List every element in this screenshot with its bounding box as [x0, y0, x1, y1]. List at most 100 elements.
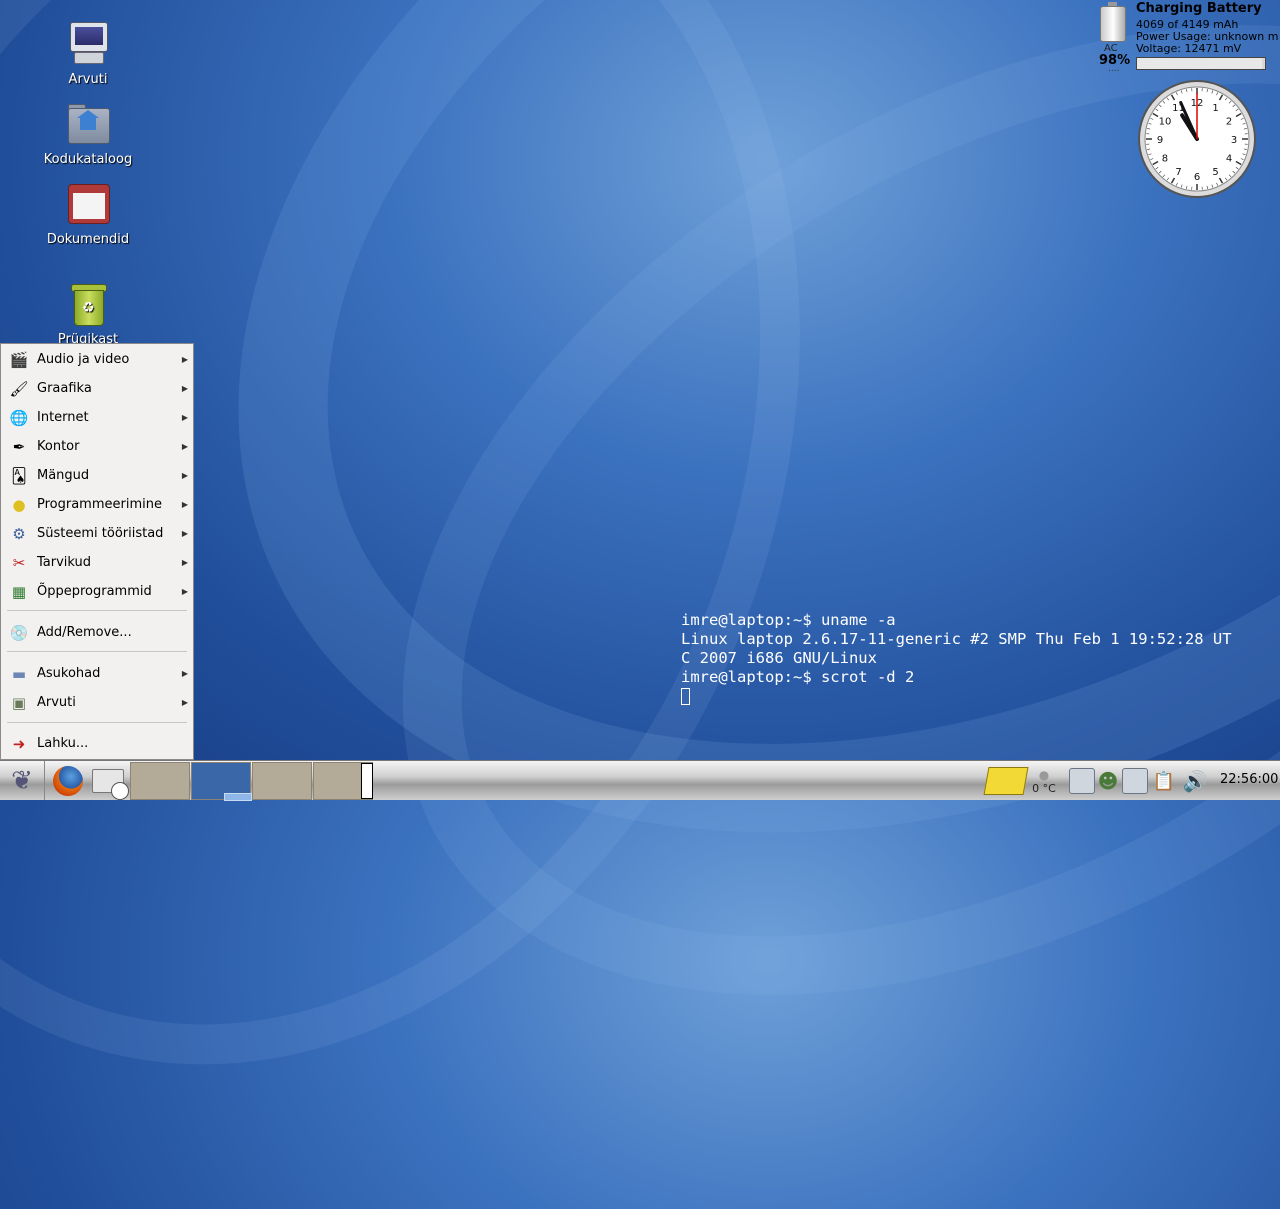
menu-item-label: Audio ja video [37, 352, 129, 367]
cards-icon: 🂡 [8, 466, 30, 486]
updates-applet[interactable] [1120, 765, 1150, 797]
menu-item-add-remove[interactable]: 💿 Add/Remove... [1, 618, 193, 647]
clock-number: 7 [1175, 167, 1181, 178]
menu-item-label: Kontor [37, 439, 79, 454]
speaker-icon: 🔊 [1183, 769, 1208, 793]
clipboard-icon: 📋 [1153, 771, 1175, 792]
panel-handle[interactable] [361, 763, 373, 799]
mail-clock-icon [92, 769, 124, 793]
wallpaper-swoosh [46, 0, 1280, 1063]
terminal-line: C 2007 i686 GNU/Linux [681, 649, 1232, 668]
submenu-arrow-icon: ▶ [182, 355, 188, 364]
clock-number: 9 [1157, 135, 1163, 146]
battery-title: Charging Battery [1136, 1, 1262, 16]
clock-number: 8 [1162, 154, 1168, 165]
menu-item-accessories[interactable]: ✂ Tarvikud ▶ [1, 548, 193, 577]
submenu-arrow-icon: ▶ [182, 529, 188, 538]
battery-level-bar [1136, 57, 1266, 70]
submenu-arrow-icon: ▶ [182, 669, 188, 678]
workspace-3[interactable] [252, 762, 312, 800]
clock-number: 1 [1212, 103, 1218, 114]
menu-item-games[interactable]: 🂡 Mängud ▶ [1, 461, 193, 490]
submenu-arrow-icon: ▶ [182, 587, 188, 596]
workspace-1[interactable] [130, 762, 190, 800]
battery-voltage: Voltage: 12471 mV [1136, 42, 1241, 55]
home-folder-icon [64, 100, 112, 148]
network-applet[interactable] [1068, 765, 1096, 797]
notes-applet[interactable] [984, 765, 1028, 797]
menu-item-label: Programmeerimine [37, 497, 162, 512]
menu-item-logout[interactable]: ➜ Lahku... [1, 729, 193, 758]
battery-level-fill [1137, 58, 1262, 69]
terminal-line: imre@laptop:~$ uname -a [681, 611, 1232, 630]
temperature-label: 0 °C [1032, 782, 1056, 795]
taskbar: ❦ ● 0 °C ☻ 📋 🔊 22:56:00 [0, 760, 1280, 800]
clock-number: 6 [1194, 172, 1200, 183]
terminal-line: Linux laptop 2.6.17-11-generic #2 SMP Th… [681, 630, 1232, 649]
menu-item-education[interactable]: ▦ Õppeprogrammid ▶ [1, 577, 193, 606]
desktop-icon-computer[interactable]: Arvuti [38, 20, 138, 87]
computer-icon: ▣ [8, 693, 30, 713]
wallpaper-swoosh [233, 0, 1280, 1195]
clipboard-applet[interactable]: 📋 [1152, 765, 1176, 797]
desktop-icon-label: Arvuti [38, 72, 138, 87]
temperature-applet[interactable]: ● 0 °C [1028, 765, 1060, 797]
workspace-2[interactable] [191, 762, 251, 800]
menu-item-label: Arvuti [37, 695, 76, 710]
trash-icon: ♻ [64, 280, 112, 328]
start-logo-icon: ❦ [11, 766, 33, 796]
user-applet[interactable]: ☻ [1096, 765, 1120, 797]
menu-item-audio-video[interactable]: 🎬 Audio ja video ▶ [1, 345, 193, 374]
clock-number: 4 [1226, 154, 1232, 165]
submenu-arrow-icon: ▶ [182, 500, 188, 509]
menu-item-label: Lahku... [37, 736, 88, 751]
menu-item-programming[interactable]: ● Programmeerimine ▶ [1, 490, 193, 519]
submenu-arrow-icon: ▶ [182, 384, 188, 393]
desktop-icon-trash[interactable]: ♻ Prügikast [38, 280, 138, 347]
menu-item-label: Tarvikud [37, 555, 91, 570]
analog-clock: 121234567891011 [1136, 78, 1258, 200]
menu-separator [7, 722, 187, 723]
applications-menu: 🎬 Audio ja video ▶ 🖌 Graafika ▶ 🌐 Intern… [0, 343, 194, 760]
taskbar-clock[interactable]: 22:56:00 [1220, 772, 1278, 787]
terminal-output[interactable]: imre@laptop:~$ uname -aLinux laptop 2.6.… [681, 611, 1232, 706]
menu-item-label: Graafika [37, 381, 92, 396]
user-icon: ☻ [1098, 769, 1119, 793]
clock-number: 5 [1212, 167, 1218, 178]
submenu-arrow-icon: ▶ [182, 471, 188, 480]
battery-icon [1100, 6, 1126, 42]
gear-icon: ⚙ [8, 524, 30, 544]
menu-item-computer[interactable]: ▣ Arvuti ▶ [1, 688, 193, 717]
logout-icon: ➜ [8, 734, 30, 754]
menu-item-label: Internet [37, 410, 89, 425]
menu-item-office[interactable]: ✒ Kontor ▶ [1, 432, 193, 461]
menu-separator [7, 610, 187, 611]
menu-item-places[interactable]: ▬ Asukohad ▶ [1, 659, 193, 688]
volume-applet[interactable]: 🔊 [1180, 765, 1210, 797]
desktop-icon-home[interactable]: Kodukataloog [38, 100, 138, 167]
menu-item-system-tools[interactable]: ⚙ Süsteemi tööriistad ▶ [1, 519, 193, 548]
menu-item-label: Add/Remove... [37, 625, 132, 640]
menu-item-label: Süsteemi tööriistad [37, 526, 163, 541]
office-icon: ✒ [8, 437, 30, 457]
firefox-launcher[interactable] [50, 763, 86, 799]
desktop-icon-label: Kodukataloog [38, 152, 138, 167]
clock-number: 3 [1231, 135, 1237, 146]
battery-dots: .... [1108, 64, 1119, 74]
desktop-icon-documents[interactable]: Dokumendid [38, 180, 138, 247]
mail-clock-launcher[interactable] [90, 763, 126, 799]
package-disc-icon: 💿 [8, 623, 30, 643]
submenu-arrow-icon: ▶ [182, 442, 188, 451]
terminal-line: imre@laptop:~$ scrot -d 2 [681, 668, 1232, 687]
start-menu-button[interactable]: ❦ [0, 761, 45, 800]
submenu-arrow-icon: ▶ [182, 413, 188, 422]
helmet-icon: ● [8, 495, 30, 515]
menu-item-internet[interactable]: 🌐 Internet ▶ [1, 403, 193, 432]
package-icon [1122, 768, 1148, 794]
menu-item-label: Õppeprogrammid [37, 584, 152, 599]
clock-number: 10 [1159, 117, 1172, 128]
documents-icon [64, 180, 112, 228]
chalkboard-icon: ▦ [8, 582, 30, 602]
firefox-icon [53, 766, 83, 796]
menu-item-graphics[interactable]: 🖌 Graafika ▶ [1, 374, 193, 403]
